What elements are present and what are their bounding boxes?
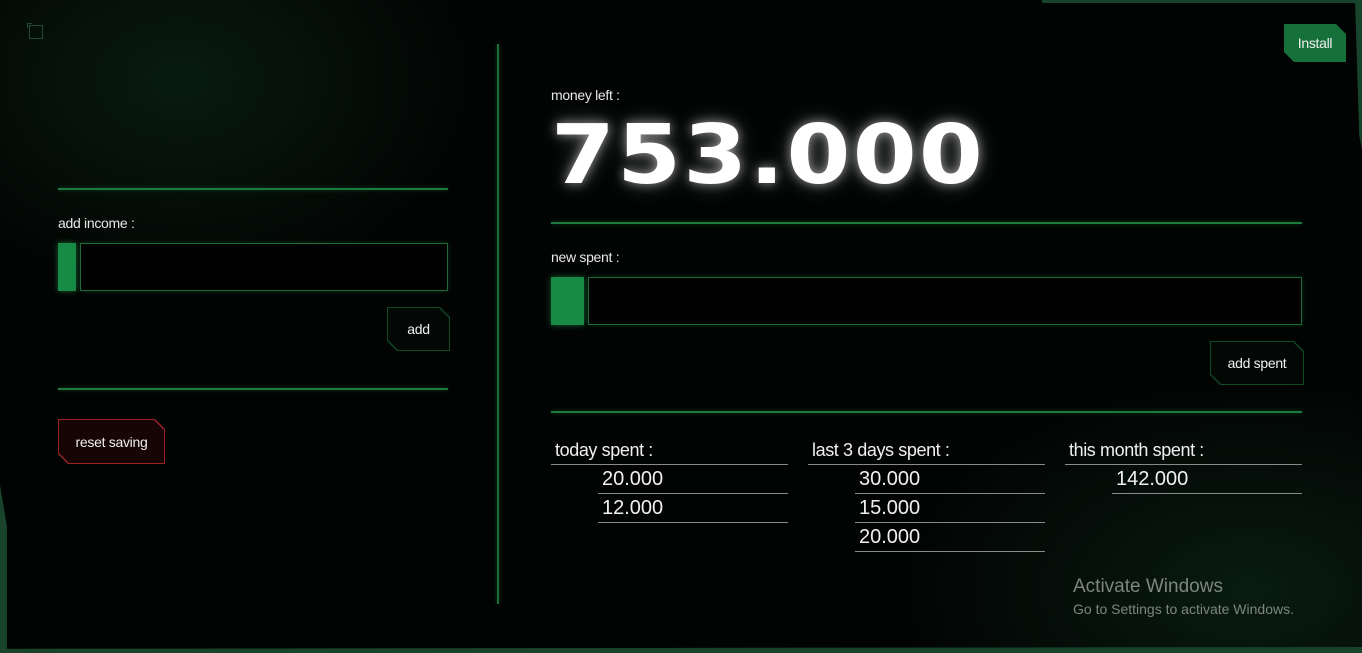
today-spent-header: today spent :	[551, 440, 788, 465]
right-divider-top	[551, 222, 1302, 224]
income-label: add income :	[58, 215, 135, 231]
last-3-days-spent-header: last 3 days spent :	[808, 440, 1045, 465]
add-spent-button[interactable]: add spent	[1210, 341, 1304, 385]
reset-saving-button[interactable]: reset saving	[58, 419, 165, 464]
left-divider-top	[58, 188, 448, 190]
right-divider-bottom	[551, 411, 1302, 413]
last-3-days-spent-list: 30.000 15.000 20.000	[855, 465, 1045, 552]
app-window-icon	[27, 23, 43, 39]
frame-edge-top	[1042, 0, 1362, 3]
income-input-group	[58, 243, 448, 291]
activate-windows-title: Activate Windows	[1073, 576, 1223, 597]
spent-input-group	[551, 277, 1302, 325]
last-3-days-spent-item: 30.000	[855, 465, 1045, 494]
money-left-amount: 753.000	[551, 108, 985, 203]
last-3-days-spent-column: last 3 days spent : 30.000 15.000 20.000	[808, 440, 1045, 552]
this-month-spent-header: this month spent :	[1065, 440, 1302, 465]
today-spent-item: 20.000	[598, 465, 788, 494]
this-month-spent-item: 142.000	[1112, 465, 1302, 494]
background	[0, 0, 1362, 653]
spent-input[interactable]	[588, 277, 1302, 325]
left-divider-bottom	[58, 388, 448, 390]
last-3-days-spent-item: 15.000	[855, 494, 1045, 523]
activate-windows-subtitle: Go to Settings to activate Windows.	[1073, 601, 1294, 617]
spent-input-accent	[551, 277, 584, 325]
add-spent-button-label: add spent	[1211, 342, 1303, 384]
new-spent-label: new spent :	[551, 249, 620, 265]
money-left-label: money left :	[551, 87, 620, 103]
install-button-label: Install	[1297, 35, 1333, 51]
income-input-accent	[58, 243, 76, 291]
income-input[interactable]	[80, 243, 448, 291]
panel-divider	[497, 44, 499, 604]
add-income-button[interactable]: add	[387, 307, 450, 351]
this-month-spent-list: 142.000	[1112, 465, 1302, 494]
add-income-button-label: add	[388, 308, 449, 350]
reset-saving-button-label: reset saving	[59, 420, 164, 463]
today-spent-list: 20.000 12.000	[598, 465, 788, 523]
install-button[interactable]: Install	[1284, 24, 1346, 62]
this-month-spent-column: this month spent : 142.000	[1065, 440, 1302, 494]
last-3-days-spent-item: 20.000	[855, 523, 1045, 552]
today-spent-column: today spent : 20.000 12.000	[551, 440, 788, 523]
today-spent-item: 12.000	[598, 494, 788, 523]
